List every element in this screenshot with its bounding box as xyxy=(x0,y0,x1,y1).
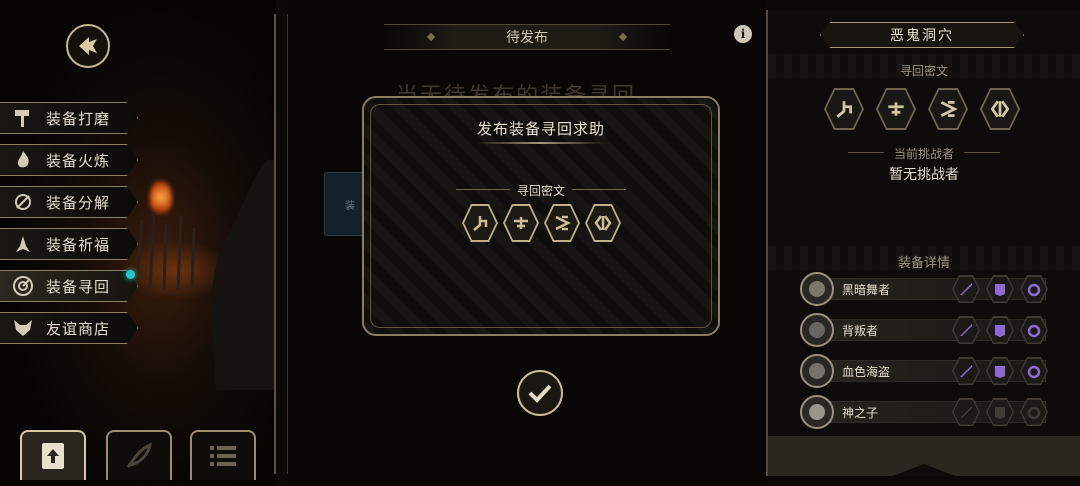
equipment-card: 装 xyxy=(324,172,364,236)
title-underline xyxy=(476,142,606,144)
confirm-button[interactable] xyxy=(517,370,563,416)
rune-slot-4[interactable] xyxy=(585,204,621,242)
rune-glyph-c-icon xyxy=(555,215,571,231)
hero-row[interactable]: 背叛者 xyxy=(800,313,1048,347)
rune-row xyxy=(462,204,621,242)
checkmark-icon xyxy=(528,384,552,403)
cipher-rune-4 xyxy=(980,88,1020,130)
armor-icon xyxy=(995,407,1005,419)
avatar xyxy=(800,272,834,306)
tab-list[interactable] xyxy=(190,430,256,480)
rune-glyph-c-icon xyxy=(940,101,958,117)
hero-row[interactable]: 神之子 xyxy=(800,395,1048,429)
menu-item-forge[interactable]: 装备火炼 xyxy=(0,144,138,176)
ring-icon xyxy=(1027,324,1041,338)
panel-bottom-edge xyxy=(768,436,1080,476)
rune-glyph-b-icon xyxy=(514,217,528,229)
rune-glyph-d-icon xyxy=(990,100,1010,118)
menu-item-label: 装备火炼 xyxy=(46,151,111,170)
armor-icon xyxy=(995,325,1005,337)
target-icon xyxy=(10,275,36,297)
tab-feather[interactable] xyxy=(106,430,172,480)
cipher-label: 寻回密文 xyxy=(899,64,948,78)
menu-item-polish[interactable]: 装备打磨 xyxy=(0,102,138,134)
pray-hands-icon xyxy=(10,233,36,255)
fox-icon xyxy=(10,317,36,339)
creature-silhouette xyxy=(211,160,276,390)
rune-slot-2[interactable] xyxy=(503,204,539,242)
sword-icon xyxy=(960,324,972,336)
cipher-rune-3 xyxy=(928,88,968,130)
hero-row[interactable]: 黑暗舞者 xyxy=(800,272,1048,306)
hero-portrait-icon xyxy=(809,322,825,338)
sword-icon xyxy=(960,406,972,418)
armor-icon xyxy=(995,366,1005,378)
diamond-ornament xyxy=(618,32,628,42)
pending-header: 待发布 xyxy=(384,24,670,50)
avatar xyxy=(800,395,834,429)
menu-item-label: 装备分解 xyxy=(46,193,111,212)
menu-item-shop[interactable]: 友谊商店 xyxy=(0,312,138,344)
panel-divider xyxy=(274,14,288,474)
cipher-rune-1 xyxy=(824,88,864,130)
details-label: 装备详情 xyxy=(897,256,950,271)
divider-line xyxy=(572,189,626,190)
menu-item-retrieve[interactable]: 装备寻回 xyxy=(0,270,138,302)
menu-item-label: 友谊商店 xyxy=(46,319,111,338)
back-arrow-icon xyxy=(79,37,97,55)
avatar xyxy=(800,354,834,388)
divider-line xyxy=(964,152,1000,153)
hero-portrait-icon xyxy=(809,281,825,297)
menu-item-label: 装备寻回 xyxy=(46,277,111,296)
challenger-label: 当前挑战者 xyxy=(893,147,954,161)
flame-icon xyxy=(10,149,36,171)
hero-row[interactable]: 血色海盗 xyxy=(800,354,1048,388)
hammer-icon xyxy=(10,107,36,129)
pending-header-label: 待发布 xyxy=(506,30,548,46)
ring-icon xyxy=(1027,365,1041,379)
right-panel: 恶鬼洞穴 寻回密文 当前挑战者 暂无挑战者 装备详情 黑暗舞者 背叛者 血色海盗 xyxy=(766,10,1080,476)
menu-item-pray[interactable]: 装备祈福 xyxy=(0,228,138,260)
avatar xyxy=(800,313,834,347)
sword-icon xyxy=(960,283,972,295)
hero-name: 背叛者 xyxy=(842,324,879,338)
rune-glyph-a-icon xyxy=(836,101,852,118)
rune-glyph-d-icon xyxy=(594,215,612,231)
notification-dot xyxy=(126,270,135,279)
info-icon[interactable]: i xyxy=(734,25,752,43)
rune-slot-3[interactable] xyxy=(544,204,580,242)
left-panel: 装备打磨 装备火炼 装备分解 装备祈福 装备寻回 友谊商店 xyxy=(0,0,276,486)
sword-icon xyxy=(960,365,972,377)
hero-name: 血色海盗 xyxy=(842,365,891,379)
rune-slot-1[interactable] xyxy=(462,204,498,242)
menu-item-label: 装备打磨 xyxy=(46,109,111,128)
ring-icon xyxy=(1027,406,1041,420)
hero-name: 神之子 xyxy=(842,406,879,420)
tab-upload[interactable] xyxy=(20,430,86,480)
upload-icon xyxy=(42,443,64,469)
hero-portrait-icon xyxy=(809,363,825,379)
challenger-value: 暂无挑战者 xyxy=(889,167,959,183)
publish-dialog: 发布装备寻回求助 寻回密文 xyxy=(362,96,720,336)
ring-icon xyxy=(1027,283,1041,297)
list-icon xyxy=(210,446,236,466)
feather-icon xyxy=(126,442,153,468)
cipher-rune-2 xyxy=(876,88,916,130)
armor-icon xyxy=(995,284,1005,296)
rune-glyph-b-icon xyxy=(888,102,904,116)
menu-item-decompose[interactable]: 装备分解 xyxy=(0,186,138,218)
rune-glyph-a-icon xyxy=(473,216,488,231)
center-panel: 待发布 i 当无待发布的装备寻回 装 发布装备寻回求助 寻回密文 xyxy=(288,0,766,486)
equipment-card-glyph: 装 xyxy=(345,201,355,212)
hero-portrait-icon xyxy=(809,404,825,420)
menu-item-label: 装备祈福 xyxy=(46,235,111,254)
diamond-ornament xyxy=(426,32,436,42)
hero-name: 黑暗舞者 xyxy=(842,283,891,297)
rune-label: 寻回密文 xyxy=(516,184,565,198)
boss-title: 恶鬼洞穴 xyxy=(820,22,1024,48)
dialog-title: 发布装备寻回求助 xyxy=(476,120,605,138)
decompose-icon xyxy=(10,191,36,213)
back-button[interactable] xyxy=(66,24,110,68)
